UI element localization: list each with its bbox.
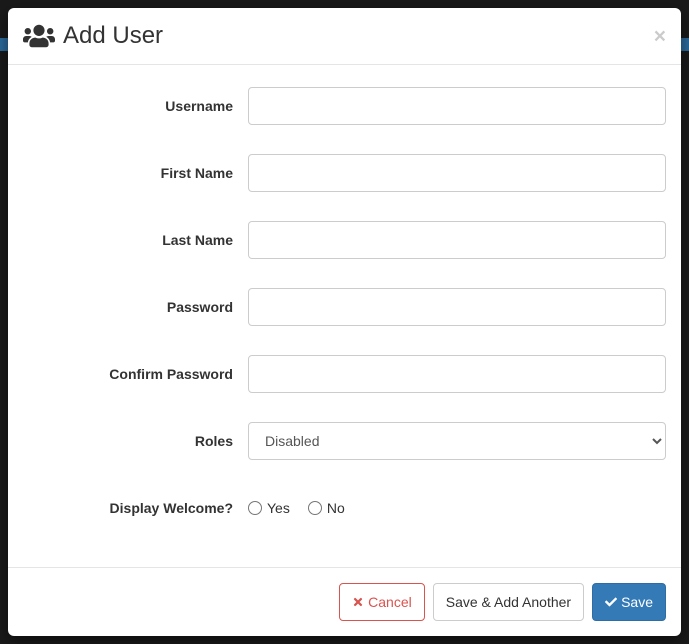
save-add-another-label: Save & Add Another [446,592,571,612]
check-icon [605,596,617,608]
radio-item-no[interactable]: No [308,500,345,516]
users-icon [23,23,55,49]
form-group-firstname: First Name [23,147,666,199]
form-group-password: Password [23,281,666,333]
modal-title-wrap: Add User [23,23,163,49]
roles-select[interactable]: Disabled [248,422,666,460]
radio-no-label: No [327,500,345,516]
roles-label: Roles [23,433,248,449]
form-group-username: Username [23,80,666,132]
form-group-roles: Roles Disabled [23,415,666,467]
form-group-lastname: Last Name [23,214,666,266]
modal-title: Add User [63,23,163,49]
firstname-input[interactable] [248,154,666,192]
username-input[interactable] [248,87,666,125]
confirm-password-input[interactable] [248,355,666,393]
modal-header: Add User × [8,8,681,65]
display-welcome-label: Display Welcome? [23,500,248,516]
lastname-input[interactable] [248,221,666,259]
form-group-confirm-password: Confirm Password [23,348,666,400]
firstname-label: First Name [23,165,248,181]
lastname-label: Last Name [23,232,248,248]
add-user-modal: Add User × Username First Name Last Name… [8,8,681,636]
modal-body: Username First Name Last Name Password C [8,65,681,567]
cancel-button-label: Cancel [368,592,412,612]
confirm-password-label: Confirm Password [23,366,248,382]
radio-yes[interactable] [248,501,262,515]
save-button[interactable]: Save [592,583,666,621]
radio-yes-label: Yes [267,500,290,516]
cancel-button[interactable]: Cancel [339,583,425,621]
password-label: Password [23,299,248,315]
close-button[interactable]: × [654,26,666,47]
modal-footer: Cancel Save & Add Another Save [8,567,681,636]
username-label: Username [23,98,248,114]
display-welcome-radio-group: Yes No [248,500,666,516]
password-input[interactable] [248,288,666,326]
radio-no[interactable] [308,501,322,515]
radio-item-yes[interactable]: Yes [248,500,290,516]
save-add-another-button[interactable]: Save & Add Another [433,583,584,621]
cancel-icon [352,596,364,608]
form-group-display-welcome: Display Welcome? Yes No [23,482,666,534]
save-button-label: Save [621,592,653,612]
